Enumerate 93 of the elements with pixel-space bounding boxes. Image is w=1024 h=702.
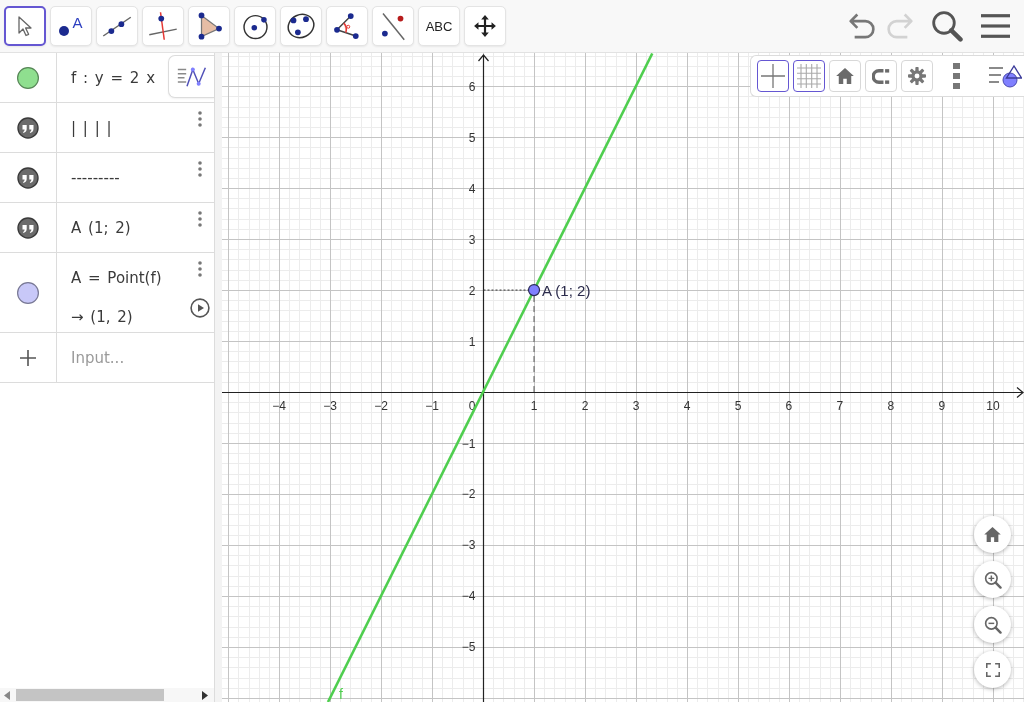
- plus-icon[interactable]: [20, 349, 36, 366]
- visibility-dot-icon[interactable]: [17, 66, 39, 89]
- y-tick-label: 5: [468, 130, 476, 145]
- y-tick-label: −4: [461, 589, 476, 604]
- polygon-tool-button[interactable]: [188, 6, 230, 46]
- menu-icon[interactable]: [981, 14, 1010, 38]
- more-icon[interactable]: [198, 111, 202, 127]
- definition-text: A (1; 2): [71, 218, 132, 237]
- circle-tool-button[interactable]: [234, 6, 276, 46]
- scrollbar-thumb[interactable]: [16, 689, 164, 701]
- input-field[interactable]: Input...: [57, 333, 214, 382]
- x-tick-label: 10: [986, 398, 1000, 413]
- reflect-tool-button[interactable]: [372, 6, 414, 46]
- y-tick-label: 6: [468, 79, 476, 94]
- y-tick-label: −1: [461, 436, 476, 451]
- definition-text: f : y = 2 x: [71, 68, 157, 87]
- zoom-out-button[interactable]: [974, 606, 1011, 643]
- point-label: A (1; 2): [542, 282, 591, 300]
- more-icon[interactable]: [198, 261, 202, 277]
- ellipse-with-points-icon: [286, 11, 316, 41]
- grid-toggle-button[interactable]: [793, 60, 825, 92]
- perpendicular-tool-button[interactable]: [142, 6, 184, 46]
- x-tick-label: 2: [581, 398, 589, 413]
- angle-icon: [332, 11, 362, 41]
- play-icon[interactable]: [190, 298, 210, 318]
- y-tick-label: 2: [468, 283, 476, 298]
- x-tick-label: 1: [530, 398, 538, 413]
- home-button[interactable]: [829, 60, 861, 92]
- x-tick-label: 9: [938, 398, 946, 413]
- pan-tool-button[interactable]: [464, 6, 506, 46]
- x-tick-label: −1: [425, 398, 439, 413]
- point-tool-button[interactable]: A: [50, 6, 92, 46]
- fullscreen-button[interactable]: [974, 651, 1011, 688]
- scroll-left-icon[interactable]: [4, 690, 10, 700]
- value-text: → (1, 2): [71, 308, 134, 326]
- quote-icon[interactable]: [17, 216, 39, 239]
- x-tick-label: −2: [374, 398, 388, 413]
- settings-button[interactable]: [901, 60, 933, 92]
- home-icon: [984, 527, 1001, 542]
- move-tool-button[interactable]: [4, 6, 46, 46]
- y-tick-label: 1: [468, 334, 476, 349]
- x-tick-label: 6: [785, 398, 793, 413]
- x-tick-label: 7: [836, 398, 844, 413]
- x-tick-label: 5: [734, 398, 742, 413]
- text-tool-button[interactable]: ABC: [418, 6, 460, 46]
- zoom-in-button[interactable]: [974, 561, 1011, 598]
- more-icon[interactable]: [953, 63, 960, 89]
- y-tick-label: −3: [461, 538, 476, 553]
- ellipse-tool-button[interactable]: [280, 6, 322, 46]
- lines-triangle-circle-icon[interactable]: [988, 64, 1022, 88]
- horizontal-scrollbar[interactable]: [0, 688, 214, 702]
- x-tick-label: 8: [887, 398, 895, 413]
- quote-icon[interactable]: [17, 166, 39, 189]
- visibility-dot-icon[interactable]: [17, 281, 39, 304]
- y-tick-label: 3: [468, 232, 476, 247]
- zoom-in-icon: [983, 570, 1002, 589]
- line-tool-button[interactable]: [96, 6, 138, 46]
- x-tick-label: 4: [683, 398, 691, 413]
- home-icon: [836, 68, 854, 84]
- cursor-arrow-icon: [18, 15, 32, 37]
- axes-toggle-button[interactable]: [757, 60, 789, 92]
- x-tick-label: 3: [632, 398, 640, 413]
- definition-text: | | | |: [71, 118, 113, 137]
- axes-icon: [761, 64, 785, 88]
- x-tick-label: −4: [272, 398, 286, 413]
- four-way-arrows-icon: [473, 14, 497, 38]
- fullscreen-icon: [985, 662, 1000, 677]
- point-marker: [527, 283, 541, 297]
- search-icon[interactable]: [932, 10, 963, 42]
- y-tick-label: −5: [461, 640, 476, 655]
- home-button[interactable]: [974, 516, 1011, 553]
- gear-icon: [908, 67, 926, 85]
- more-icon[interactable]: [198, 161, 202, 177]
- grid-icon: [797, 64, 821, 88]
- undo-icon[interactable]: [848, 12, 876, 40]
- quote-icon[interactable]: [17, 116, 39, 139]
- algebra-style-button[interactable]: [168, 55, 214, 98]
- magnet-icon: [872, 68, 890, 84]
- more-icon[interactable]: [198, 211, 202, 227]
- lines-and-graph-icon: [176, 65, 207, 88]
- angle-tool-button[interactable]: [326, 6, 368, 46]
- perpendicular-lines-icon: [148, 11, 178, 41]
- dashed-guide-line: [483, 289, 529, 291]
- dot-icon: [59, 26, 70, 36]
- y-tick-label: −2: [461, 487, 476, 502]
- y-tick-label: 4: [468, 181, 476, 196]
- capture-button[interactable]: [865, 60, 897, 92]
- definition-text: A = Point(f): [71, 269, 163, 287]
- zoom-out-icon: [983, 615, 1002, 634]
- definition-text: ---------: [71, 168, 121, 187]
- x-tick-label: −3: [323, 398, 337, 413]
- line-label: f: [339, 686, 343, 702]
- scroll-right-icon[interactable]: [202, 690, 208, 700]
